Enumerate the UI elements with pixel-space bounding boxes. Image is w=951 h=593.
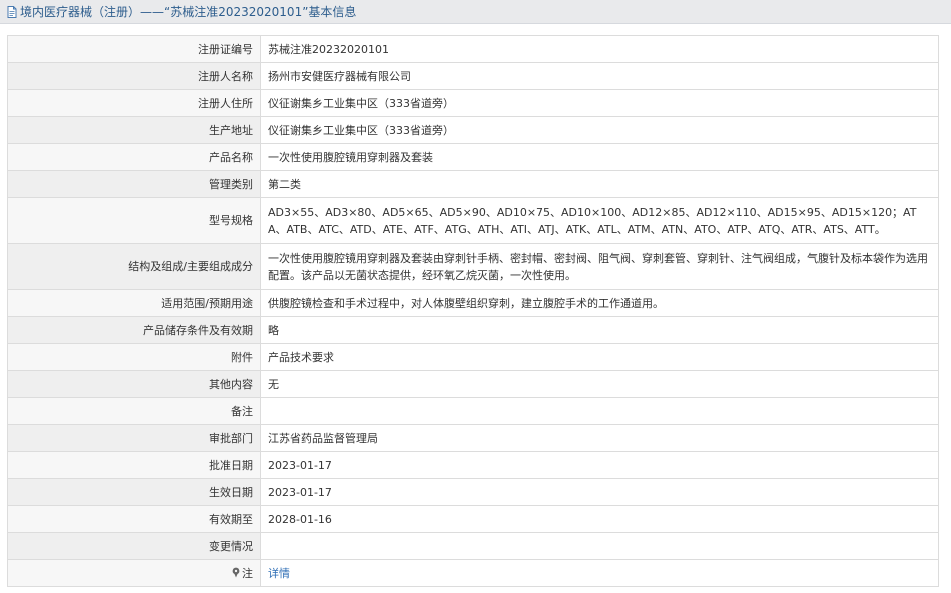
table-row: 审批部门 江苏省药品监督管理局 xyxy=(7,424,939,452)
table-row: 管理类别 第二类 xyxy=(7,170,939,198)
table-row: 注册人住所 仪征谢集乡工业集中区（333省道旁） xyxy=(7,89,939,117)
row-label: 生产地址 xyxy=(7,116,261,144)
details-link[interactable]: 详情 xyxy=(268,567,290,580)
row-label: 适用范围/预期用途 xyxy=(7,289,261,317)
row-value: 苏械注准20232020101 xyxy=(260,35,939,63)
row-value: 一次性使用腹腔镜用穿刺器及套装由穿刺针手柄、密封帽、密封阀、阻气阀、穿刺套管、穿… xyxy=(260,243,939,290)
row-label: 注册人名称 xyxy=(7,62,261,90)
row-value: 江苏省药品监督管理局 xyxy=(260,424,939,452)
row-value: 产品技术要求 xyxy=(260,343,939,371)
row-value: AD3×55、AD3×80、AD5×65、AD5×90、AD10×75、AD10… xyxy=(260,197,939,244)
row-label: 批准日期 xyxy=(7,451,261,479)
row-label: 审批部门 xyxy=(7,424,261,452)
row-value: 扬州市安健医疗器械有限公司 xyxy=(260,62,939,90)
row-value: 仪征谢集乡工业集中区（333省道旁） xyxy=(260,116,939,144)
row-value: 供腹腔镜检查和手术过程中，对人体腹壁组织穿刺，建立腹腔手术的工作通道用。 xyxy=(260,289,939,317)
pin-icon xyxy=(232,567,240,577)
table-row: 附件 产品技术要求 xyxy=(7,343,939,371)
table-row: 产品储存条件及有效期略 xyxy=(7,316,939,344)
note-label: 注 xyxy=(242,566,253,580)
table-row: 注册人名称 扬州市安健医疗器械有限公司 xyxy=(7,62,939,90)
row-value: 仪征谢集乡工业集中区（333省道旁） xyxy=(260,89,939,117)
table-row: 批准日期 2023-01-17 xyxy=(7,451,939,479)
table-row: 结构及组成/主要组成成分 一次性使用腹腔镜用穿刺器及套装由穿刺针手柄、密封帽、密封… xyxy=(7,243,939,290)
row-value: 第二类 xyxy=(260,170,939,198)
table-row: 适用范围/预期用途 供腹腔镜检查和手术过程中，对人体腹壁组织穿刺，建立腹腔手术的工… xyxy=(7,289,939,317)
table-row: 生效日期 2023-01-17 xyxy=(7,478,939,506)
table-row: 注册证编号 苏械注准20232020101 xyxy=(7,35,939,63)
document-icon xyxy=(7,5,17,18)
note-label-cell: 注 xyxy=(7,559,261,587)
row-label: 型号规格 xyxy=(7,197,261,244)
row-value: 一次性使用腹腔镜用穿刺器及套装 xyxy=(260,143,939,171)
row-label: 注册人住所 xyxy=(7,89,261,117)
table-row: 有效期至 2028-01-16 xyxy=(7,505,939,533)
row-value: 略 xyxy=(260,316,939,344)
row-value xyxy=(260,397,939,425)
row-label: 注册证编号 xyxy=(7,35,261,63)
row-value: 2023-01-17 xyxy=(260,478,939,506)
row-value: 2028-01-16 xyxy=(260,505,939,533)
table-row: 变更情况 xyxy=(7,532,939,560)
row-label: 备注 xyxy=(7,397,261,425)
row-label: 附件 xyxy=(7,343,261,371)
row-label: 生效日期 xyxy=(7,478,261,506)
table-row: 备注 xyxy=(7,397,939,425)
row-value: 2023-01-17 xyxy=(260,451,939,479)
table-row: 生产地址 仪征谢集乡工业集中区（333省道旁） xyxy=(7,116,939,144)
row-value xyxy=(260,532,939,560)
row-value: 无 xyxy=(260,370,939,398)
page-title-bar: 境内医疗器械（注册）——“苏械注准20232020101”基本信息 xyxy=(0,0,951,24)
table-row: 其他内容无 xyxy=(7,370,939,398)
info-table: 注册证编号 苏械注准20232020101 注册人名称 扬州市安健医疗器械有限公司 … xyxy=(7,35,939,587)
table-row: 型号规格 AD3×55、AD3×80、AD5×65、AD5×90、AD10×75、… xyxy=(7,197,939,244)
row-label: 其他内容 xyxy=(7,370,261,398)
row-label: 产品储存条件及有效期 xyxy=(7,316,261,344)
table-row: 产品名称 一次性使用腹腔镜用穿刺器及套装 xyxy=(7,143,939,171)
row-label: 结构及组成/主要组成成分 xyxy=(7,243,261,290)
row-label: 产品名称 xyxy=(7,143,261,171)
row-label: 管理类别 xyxy=(7,170,261,198)
row-label: 有效期至 xyxy=(7,505,261,533)
note-value-cell: 详情 xyxy=(260,559,939,587)
page-title: 境内医疗器械（注册）——“苏械注准20232020101”基本信息 xyxy=(20,5,357,19)
row-label: 变更情况 xyxy=(7,532,261,560)
note-row: 注 详情 xyxy=(7,559,939,587)
